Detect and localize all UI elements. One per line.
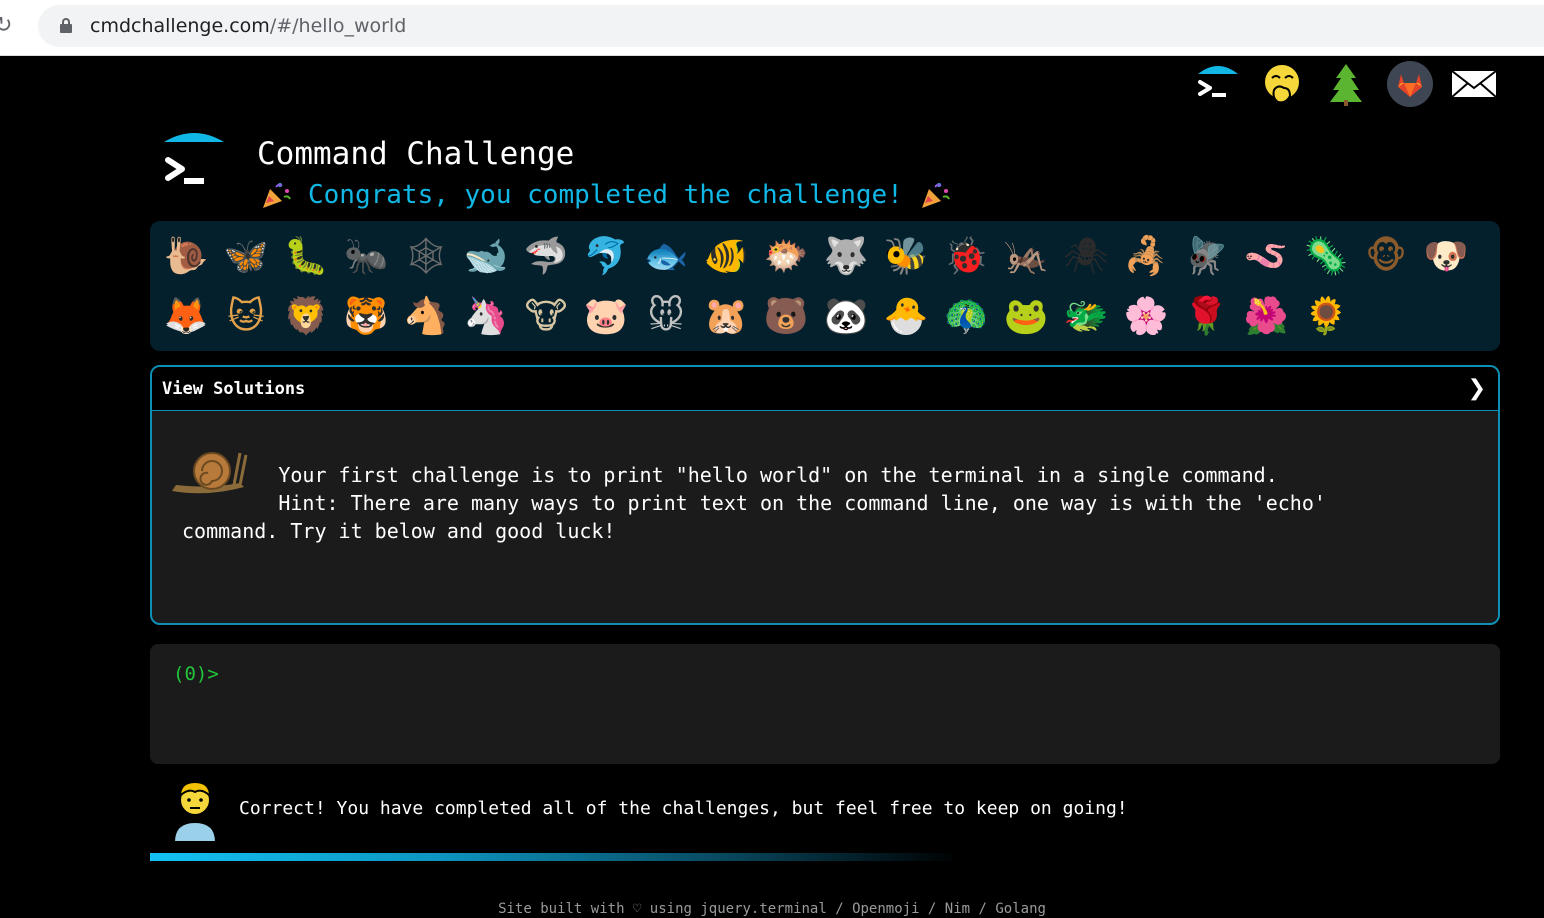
horse-badge-icon[interactable]: 🐴 — [396, 287, 456, 347]
top-icon-bar — [1194, 60, 1498, 108]
terminal-logo-icon[interactable] — [1194, 60, 1242, 108]
page-title: Command Challenge — [257, 136, 575, 172]
bear-badge-icon[interactable]: 🐻 — [756, 287, 816, 347]
gitlab-icon[interactable] — [1386, 60, 1434, 108]
cricket-badge-icon[interactable]: 🦗 — [996, 227, 1056, 287]
fly-badge-icon[interactable]: 🪰 — [1176, 227, 1236, 287]
spider-web-badge-icon[interactable]: 🕸 — [396, 227, 456, 287]
caterpillar-badge-icon[interactable]: 🐛 — [276, 227, 336, 287]
scorpion-badge-icon[interactable]: 🦂 — [1116, 227, 1176, 287]
lion-badge-icon[interactable]: 🦁 — [276, 287, 336, 347]
view-solutions-toggle[interactable]: View Solutions ❯ — [152, 367, 1498, 411]
terminal-prompt: (0)> — [173, 663, 219, 685]
snail-badge-icon[interactable]: 🐌 — [156, 227, 216, 287]
challenge-instruction: Your first challenge is to print "hello … — [182, 463, 1278, 487]
feedback-message: Correct! You have completed all of the c… — [239, 798, 1128, 819]
lock-icon[interactable] — [60, 18, 72, 33]
mouse-face-badge-icon[interactable]: 🐭 — [636, 287, 696, 347]
challenge-hint: Hint: There are many ways to print text … — [182, 491, 1326, 543]
spider-badge-icon[interactable]: 🕷 — [1056, 227, 1116, 287]
sunflower-badge-icon[interactable]: 🌻 — [1296, 287, 1356, 347]
whale-badge-icon[interactable]: 🐋 — [456, 227, 516, 287]
frog-badge-icon[interactable]: 🐸 — [996, 287, 1056, 347]
shark-badge-icon[interactable]: 🦈 — [516, 227, 576, 287]
hatching-chick-badge-icon[interactable]: 🐣 — [876, 287, 936, 347]
dolphin-badge-icon[interactable]: 🐬 — [576, 227, 636, 287]
footer-credits: Site built with ♡ using jquery.terminal … — [498, 901, 1046, 917]
tropical-fish-badge-icon[interactable]: 🐠 — [696, 227, 756, 287]
url-text[interactable]: cmdchallenge.com/#/hello_world — [90, 15, 406, 37]
panda-badge-icon[interactable]: 🐼 — [816, 287, 876, 347]
ant-badge-icon[interactable]: 🐜 — [336, 227, 396, 287]
butterfly-badge-icon[interactable]: 🦋 — [216, 227, 276, 287]
reload-icon[interactable]: ↻ — [0, 12, 22, 40]
url-path: /#/hello_world — [269, 15, 407, 37]
progress-bar — [150, 853, 960, 861]
browser-toolbar: ↻ cmdchallenge.com/#/hello_world — [0, 0, 1544, 56]
microbe-badge-icon[interactable]: 🦠 — [1296, 227, 1356, 287]
terminal[interactable]: (0)> — [150, 644, 1500, 764]
tiger-face-badge-icon[interactable]: 🐯 — [336, 287, 396, 347]
rose-badge-icon[interactable]: 🌹 — [1176, 287, 1236, 347]
address-bar[interactable]: cmdchallenge.com/#/hello_world — [38, 5, 1544, 47]
face-with-hand-over-mouth-icon[interactable] — [1258, 60, 1306, 108]
hamster-badge-icon[interactable]: 🐹 — [696, 287, 756, 347]
monkey-face-badge-icon[interactable]: 🐵 — [1356, 227, 1416, 287]
view-solutions-label: View Solutions — [162, 378, 306, 399]
blowfish-badge-icon[interactable]: 🐡 — [756, 227, 816, 287]
pig-face-badge-icon[interactable]: 🐷 — [576, 287, 636, 347]
party-popper-icon — [921, 183, 950, 208]
achievement-badges: 🐌 🦋 🐛 🐜 🕸 🐋 🦈 🐬 🐟 🐠 🐡 🐺 🐝 🐞 🦗 🕷 🦂 🪰 🪱 🦠 🐵 🐶 🦊 🐱 🦁 🐯 🐴 🦄 🐮 🐷 🐭 🐹 🐻 🐼 🐣 🦚 🐸 🐲 🌸 🌹… — [150, 221, 1500, 351]
cat-face-badge-icon[interactable]: 🐱 — [216, 287, 276, 347]
fox-badge-icon[interactable]: 🦊 — [156, 287, 216, 347]
congrats-text: Congrats, you completed the challenge! — [308, 180, 903, 210]
worm-badge-icon[interactable]: 🪱 — [1236, 227, 1296, 287]
cherry-blossom-badge-icon[interactable]: 🌸 — [1116, 287, 1176, 347]
unicorn-badge-icon[interactable]: 🦄 — [456, 287, 516, 347]
wolf-badge-icon[interactable]: 🐺 — [816, 227, 876, 287]
congrats-banner: Congrats, you completed the challenge! — [260, 177, 951, 213]
envelope-icon[interactable] — [1450, 60, 1498, 108]
challenge-panel: View Solutions ❯ Your first challenge is… — [150, 365, 1500, 625]
chevron-right-icon[interactable]: ❯ — [1468, 376, 1486, 401]
evergreen-tree-icon[interactable] — [1322, 60, 1370, 108]
challenge-description: Your first challenge is to print "hello … — [182, 461, 1472, 545]
command-challenge-logo-icon — [164, 133, 224, 184]
lady-beetle-badge-icon[interactable]: 🐞 — [936, 227, 996, 287]
bee-badge-icon[interactable]: 🐝 — [876, 227, 936, 287]
badge-grid: 🐌 🦋 🐛 🐜 🕸 🐋 🦈 🐬 🐟 🐠 🐡 🐺 🐝 🐞 🦗 🕷 🦂 🪰 🪱 🦠 🐵 🐶 🦊 🐱 🦁 🐯 🐴 🦄 🐮 🐷 🐭 🐹 🐻 🐼 🐣 🦚 🐸 🐲 🌸 🌹… — [156, 227, 1476, 347]
dragon-face-badge-icon[interactable]: 🐲 — [1056, 287, 1116, 347]
peacock-badge-icon[interactable]: 🦚 — [936, 287, 996, 347]
fish-badge-icon[interactable]: 🐟 — [636, 227, 696, 287]
party-popper-icon — [263, 183, 291, 208]
cow-face-badge-icon[interactable]: 🐮 — [516, 287, 576, 347]
url-domain: cmdchallenge.com — [90, 15, 270, 37]
dog-face-badge-icon[interactable]: 🐶 — [1416, 227, 1476, 287]
person-icon — [172, 780, 218, 842]
hibiscus-badge-icon[interactable]: 🌺 — [1236, 287, 1296, 347]
